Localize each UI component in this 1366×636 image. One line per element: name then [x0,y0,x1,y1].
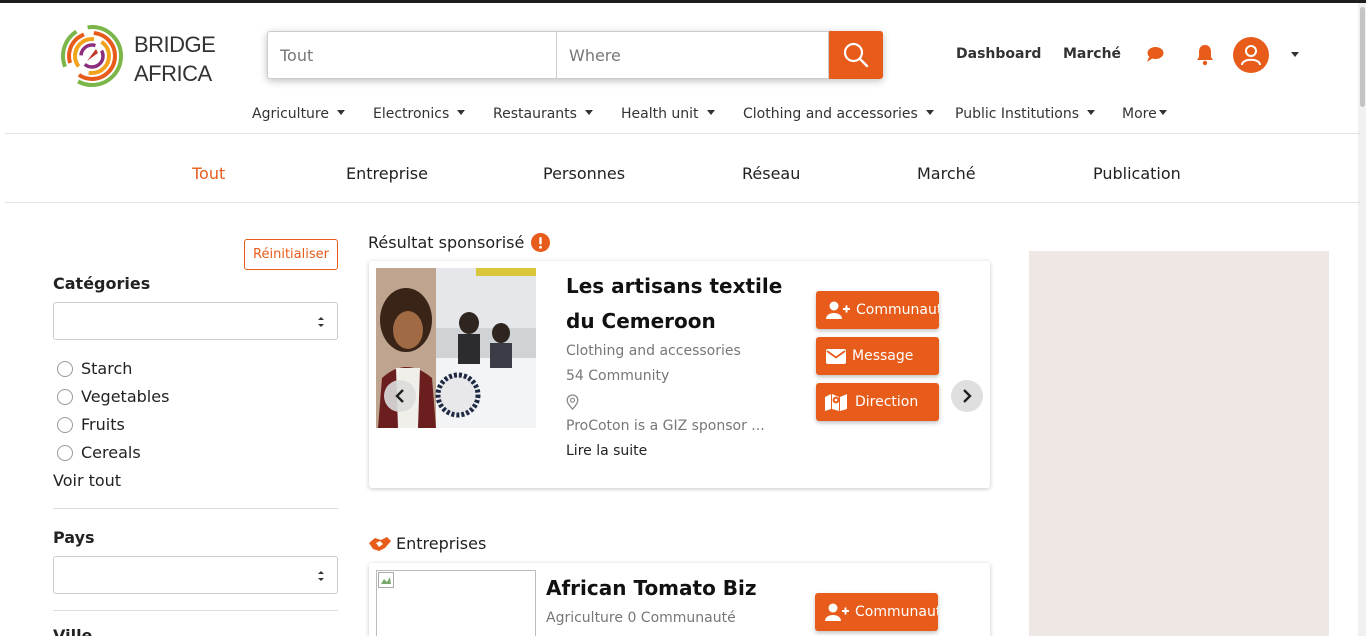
business-photo-placeholder[interactable] [376,570,536,636]
bell-icon[interactable] [1196,44,1214,66]
what-search-input[interactable] [267,31,557,79]
business-join-community-label: Communauté [855,604,938,620]
envelope-icon [826,348,846,364]
user-icon [1241,45,1261,66]
join-community-button[interactable]: Communauté [816,291,939,329]
carousel-next-button[interactable] [951,380,983,412]
tab-posts[interactable]: Publication [1093,164,1181,183]
category-health-unit[interactable]: Health unit [621,106,715,122]
radio-button[interactable] [57,444,73,461]
tab-market[interactable]: Marché [917,164,976,183]
category-public-institutions[interactable]: Public Institutions [955,106,1096,122]
where-search-input[interactable] [557,31,829,79]
window-top-border [0,0,1366,3]
category-agriculture[interactable]: Agriculture [252,106,345,122]
select-arrows-icon [318,317,324,327]
chevron-right-icon [963,389,972,403]
header-divider [5,133,1360,134]
business-name[interactable]: African Tomato Biz [546,571,757,606]
direction-button[interactable]: Direction [816,383,939,421]
tab-network[interactable]: Réseau [742,164,800,183]
add-user-icon [825,603,849,621]
profile-dropdown-chevron-icon[interactable] [1291,52,1299,57]
category-option-cereals[interactable]: Cereals [57,443,141,462]
broken-image-icon [378,572,394,588]
chevron-left-icon [395,389,404,403]
tab-business[interactable]: Entreprise [346,164,428,183]
categories-filter-title: Catégories [53,274,151,293]
handshake-icon [369,536,391,551]
chat-icon[interactable] [1146,46,1164,62]
businesses-heading: Entreprises [368,534,486,553]
country-select[interactable] [53,556,338,594]
category-select[interactable] [53,302,338,340]
sidebar-divider [53,610,338,611]
page-scrollbar[interactable] [1358,3,1366,636]
message-button[interactable]: Message [816,337,939,375]
direction-label: Direction [855,394,919,410]
dashboard-link[interactable]: Dashboard [956,46,1041,62]
category-more[interactable]: More [1122,106,1167,122]
search-button[interactable] [829,31,883,79]
search-icon [843,42,869,68]
category-option-vegetables[interactable]: Vegetables [57,387,169,406]
city-filter-title: Ville [53,626,93,636]
bridge-africa-logo[interactable]: BRIDGE AFRICA [60,25,220,89]
businesses-title: Entreprises [396,534,487,553]
logo-text-line1: BRIDGE [134,32,216,57]
sponsored-business-description: ProCoton is a GIZ sponsor ... [566,418,765,434]
sponsored-result-heading: Résultat sponsorisé [368,233,551,252]
sponsored-business-category: Clothing and accessories [566,343,741,359]
advertisement-placeholder [1029,251,1329,636]
category-option-fruits[interactable]: Fruits [57,415,125,434]
sponsored-business-name-line1[interactable]: Les artisans textile [566,269,782,304]
carousel-prev-button[interactable] [384,380,416,412]
select-arrows-icon [318,571,324,581]
search-bar [267,31,883,79]
country-filter-title: Pays [53,528,95,547]
radio-button[interactable] [57,416,73,433]
tab-all[interactable]: Tout [192,164,225,183]
category-option-starch[interactable]: Starch [57,359,132,378]
message-label: Message [852,348,914,364]
map-marker-icon [825,394,847,411]
logo-text-line2: AFRICA [134,61,212,86]
radio-button[interactable] [57,360,73,377]
market-link[interactable]: Marché [1063,46,1121,62]
read-more-link[interactable]: Lire la suite [566,443,647,459]
radio-button[interactable] [57,388,73,405]
business-join-community-button[interactable]: Communauté [815,593,938,631]
join-community-label: Communauté [856,302,939,318]
tabs-divider [5,202,1360,203]
sponsored-business-name-line2[interactable]: du Cemeroon [566,304,716,339]
user-avatar[interactable] [1233,37,1269,73]
sponsored-business-community: 54 Community [566,368,670,384]
reset-filters-button[interactable]: Réinitialiser [244,239,338,270]
sponsored-title: Résultat sponsorisé [368,233,525,252]
logo-rings-icon [61,25,123,87]
info-alert-icon[interactable] [531,233,551,252]
category-electronics[interactable]: Electronics [373,106,466,122]
business-meta: Agriculture 0 Communauté [546,610,736,626]
category-clothing[interactable]: Clothing and accessories [743,106,934,122]
sidebar-divider [53,508,338,509]
tab-people[interactable]: Personnes [543,164,625,183]
category-restaurants[interactable]: Restaurants [493,106,593,122]
add-user-icon [826,301,850,319]
see-all-categories-link[interactable]: Voir tout [53,471,121,490]
location-pin-icon [566,394,579,410]
scrollbar-thumb[interactable] [1360,7,1365,107]
